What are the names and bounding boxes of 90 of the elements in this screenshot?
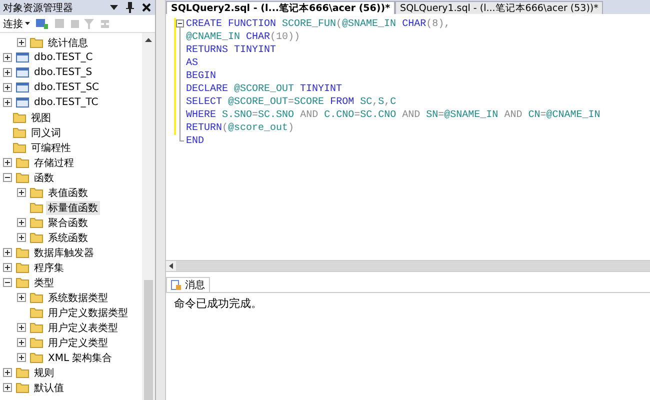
- folder-icon: [13, 142, 26, 153]
- tree-item[interactable]: 标量值函数: [46, 200, 100, 214]
- document-tab[interactable]: SQLQuery2.sql - (l...笔记本666\acer (56))*: [166, 1, 396, 14]
- connect-button[interactable]: 连接: [3, 16, 30, 30]
- tree-item[interactable]: 函数: [32, 170, 56, 184]
- tree-item[interactable]: dbo.TEST_C: [32, 52, 95, 63]
- tree-item[interactable]: dbo.TEST_TC: [32, 97, 100, 108]
- expand-icon[interactable]: [17, 233, 26, 242]
- tree-item[interactable]: 数据库触发器: [32, 246, 96, 260]
- tree-item[interactable]: 用户定义数据类型: [46, 306, 130, 320]
- folder-icon: [13, 127, 26, 138]
- code-line: BEGIN: [186, 70, 218, 83]
- scrollbar-thumb[interactable]: [144, 280, 153, 400]
- code-line: END: [186, 135, 206, 148]
- table-icon: [16, 97, 29, 108]
- expand-icon[interactable]: [3, 83, 12, 92]
- folder-icon: [30, 292, 43, 303]
- code-line: @CNAME_IN CHAR(10)): [186, 31, 302, 44]
- expand-icon[interactable]: [3, 68, 12, 77]
- tree-item[interactable]: 规则: [32, 366, 56, 380]
- expand-icon[interactable]: [3, 248, 12, 257]
- expand-icon[interactable]: [17, 323, 26, 332]
- tree-item[interactable]: dbo.TEST_SC: [32, 82, 102, 93]
- folder-icon: [13, 112, 26, 123]
- scroll-left-icon[interactable]: [166, 261, 176, 271]
- code-line: RETURNS TINYINT: [186, 44, 278, 57]
- collapse-icon[interactable]: [3, 173, 12, 182]
- tree-item[interactable]: 统计信息: [46, 36, 90, 50]
- tree-item[interactable]: 程序集: [32, 260, 66, 274]
- folder-icon: [16, 157, 29, 168]
- expand-icon[interactable]: [17, 188, 26, 197]
- code-line: DECLARE @SCORE_OUT TINYINT: [186, 83, 344, 96]
- code-line: WHERE S.SNO=SC.SNO AND C.CNO=SC.CNO AND SN=@SNAME_IN AND CN=@CNAME_IN: [186, 109, 600, 122]
- document-tab[interactable]: SQLQuery1.sql - (l...笔记本666\acer (53))*: [395, 1, 604, 14]
- panel-title: 对象资源管理器: [3, 2, 74, 14]
- tree-item[interactable]: 默认值: [32, 380, 66, 394]
- server-icon[interactable]: [35, 18, 49, 30]
- message-icon: [171, 280, 182, 290]
- pin-icon[interactable]: [124, 2, 136, 14]
- expand-icon[interactable]: [3, 158, 12, 167]
- folder-icon: [16, 262, 29, 273]
- tree-item[interactable]: 系统数据类型: [46, 290, 110, 304]
- folder-icon: [30, 322, 43, 333]
- tree-item[interactable]: 系统函数: [46, 230, 90, 244]
- folder-icon: [30, 37, 43, 48]
- tree-item[interactable]: 视图: [29, 110, 53, 124]
- folder-icon: [30, 352, 43, 363]
- expand-icon[interactable]: [17, 218, 26, 227]
- expand-icon[interactable]: [3, 368, 12, 377]
- expand-icon[interactable]: [17, 353, 26, 362]
- tree-item[interactable]: 用户定义表类型: [46, 320, 120, 334]
- expand-icon[interactable]: [3, 263, 12, 272]
- folder-icon: [30, 232, 43, 243]
- folder-icon: [16, 247, 29, 258]
- close-icon[interactable]: [140, 2, 152, 14]
- code-line: SELECT @SCORE_OUT=SCORE FROM SC,S,C: [186, 96, 398, 109]
- expand-icon[interactable]: [17, 293, 26, 302]
- expand-icon[interactable]: [3, 53, 12, 62]
- caret-icon: [25, 22, 30, 25]
- folder-icon: [16, 172, 29, 183]
- messages-tab[interactable]: 消息: [166, 277, 210, 292]
- tree-item[interactable]: 用户定义类型: [46, 336, 110, 350]
- expand-icon[interactable]: [3, 383, 12, 392]
- code-line: AS: [186, 57, 200, 70]
- folder-icon: [16, 367, 29, 378]
- folder-icon: [30, 202, 43, 213]
- code-line: RETURN(@score_out): [186, 122, 296, 135]
- tree-item[interactable]: 表值函数: [46, 186, 90, 200]
- folder-icon: [16, 277, 29, 288]
- tree-item[interactable]: 聚合函数: [46, 216, 90, 230]
- folder-icon: [30, 217, 43, 228]
- expand-icon[interactable]: [17, 338, 26, 347]
- code-line: CREATE FUNCTION SCORE_FUN(@SNAME_IN CHAR(8),: [186, 18, 452, 31]
- folder-icon: [30, 307, 43, 318]
- folder-icon: [30, 337, 43, 348]
- tree-item[interactable]: 类型: [32, 276, 56, 290]
- tree-item[interactable]: 存储过程: [32, 156, 76, 170]
- table-icon: [16, 67, 29, 78]
- collapse-icon[interactable]: [3, 278, 12, 287]
- folder-icon: [16, 382, 29, 393]
- tree-item[interactable]: dbo.TEST_S: [32, 67, 94, 78]
- table-icon: [16, 82, 29, 93]
- expand-icon[interactable]: [3, 98, 12, 107]
- tree-item[interactable]: 同义词: [29, 126, 63, 140]
- tree-item[interactable]: XML 架构集合: [46, 350, 114, 364]
- table-icon: [16, 52, 29, 63]
- tree-item[interactable]: 可编程性: [29, 140, 73, 154]
- folder-icon: [30, 187, 43, 198]
- result-message: 命令已成功完成。: [173, 296, 263, 312]
- expand-icon[interactable]: [17, 38, 26, 47]
